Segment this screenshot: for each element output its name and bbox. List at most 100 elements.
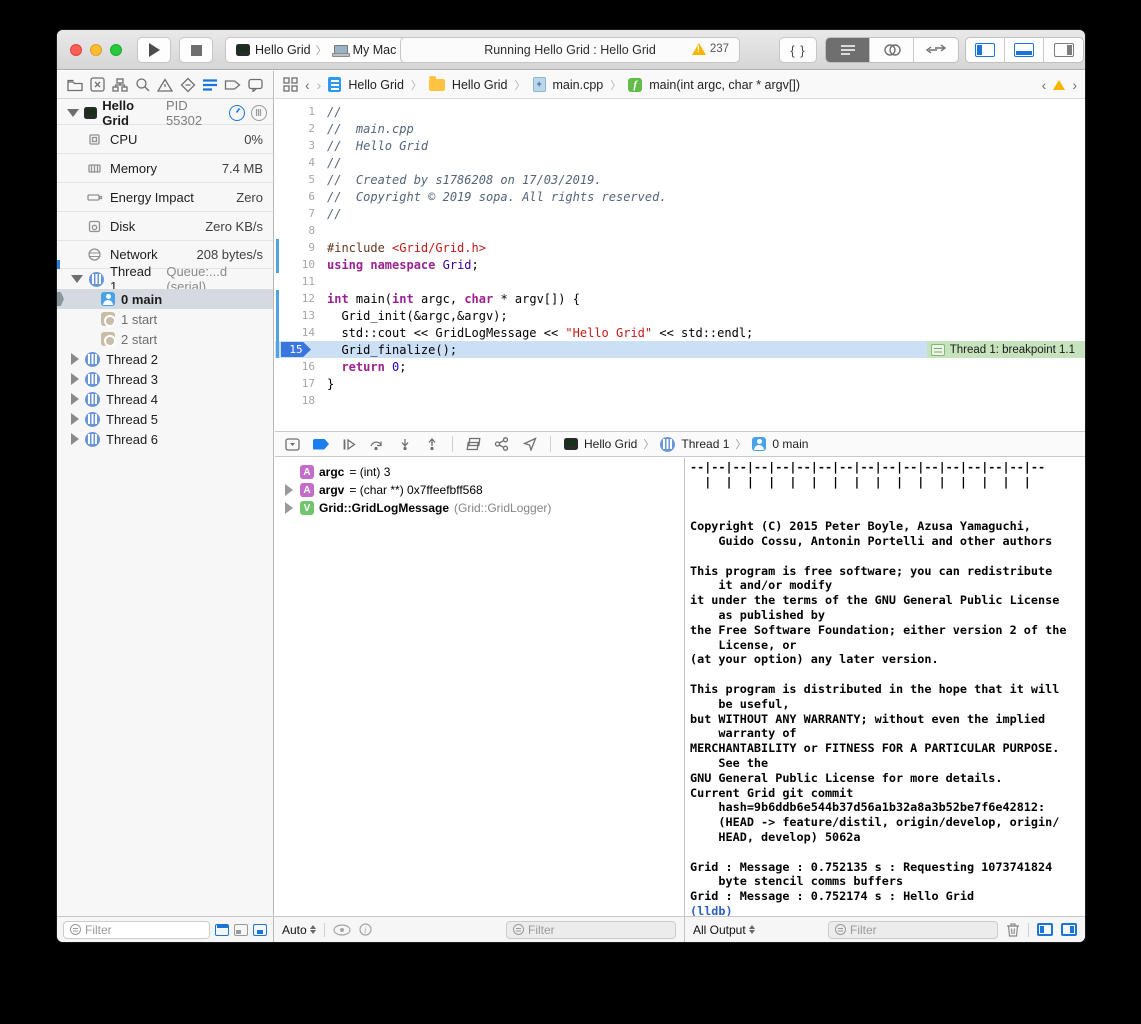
gauge-row-memory[interactable]: Memory7.4 MB	[57, 153, 273, 182]
step-out-button[interactable]	[425, 438, 439, 451]
breakpoint-annotation[interactable]: Thread 1: breakpoint 1.1	[927, 341, 1085, 358]
breakpoint-marker[interactable]: 15	[281, 342, 311, 357]
code-line-17[interactable]: 17}	[275, 375, 1085, 392]
line-number-gutter[interactable]: 17	[275, 377, 319, 390]
go-forward-button[interactable]: ›	[317, 77, 322, 93]
find-navigator-tab[interactable]	[134, 76, 151, 93]
source-control-navigator-tab[interactable]	[89, 76, 106, 93]
toggle-inspector-button[interactable]	[1044, 38, 1083, 62]
line-number-gutter[interactable]: 6	[275, 190, 319, 203]
variable-row[interactable]: Aargc= (int) 3	[275, 463, 684, 481]
code-line-1[interactable]: 1//	[275, 103, 1085, 120]
source-editor[interactable]: 1//2// main.cpp3// Hello Grid4//5// Crea…	[275, 100, 1085, 431]
code-line-16[interactable]: 16 return 0;	[275, 358, 1085, 375]
report-navigator-tab[interactable]	[247, 76, 264, 93]
scheme-selector[interactable]: Hello Grid 〉 My Mac	[225, 37, 407, 63]
disclosure-triangle[interactable]	[285, 484, 295, 496]
gauge-row-energy[interactable]: Energy ImpactZero	[57, 182, 273, 211]
show-stack-frames-toggle-icon[interactable]	[253, 924, 267, 936]
go-back-button[interactable]: ‹	[305, 77, 310, 93]
line-number-gutter[interactable]: 2	[275, 122, 319, 135]
code-line-3[interactable]: 3// Hello Grid	[275, 137, 1085, 154]
line-number-gutter[interactable]: 3	[275, 139, 319, 152]
line-number-gutter[interactable]: 7	[275, 207, 319, 220]
step-into-button[interactable]	[398, 438, 412, 451]
stop-button[interactable]	[179, 37, 213, 63]
show-crashed-toggle-icon[interactable]	[234, 924, 248, 936]
line-number-gutter[interactable]: 16	[275, 360, 319, 373]
step-over-button[interactable]	[369, 438, 385, 451]
code-line-13[interactable]: 13 Grid_init(&argc,&argv);	[275, 307, 1085, 324]
toggle-debug-area-button[interactable]	[1005, 38, 1044, 62]
hide-debug-area-button[interactable]	[285, 438, 300, 451]
assistant-editor-button[interactable]	[870, 38, 914, 62]
line-number-gutter[interactable]: 18	[275, 394, 319, 407]
warning-count-badge[interactable]: 237	[692, 43, 729, 55]
process-row[interactable]: Hello Grid PID 55302	[57, 100, 273, 124]
code-line-7[interactable]: 7//	[275, 205, 1085, 222]
console-filter-field[interactable]: Filter	[828, 921, 998, 939]
line-number-gutter[interactable]: 12	[275, 292, 319, 305]
related-items-icon[interactable]	[283, 77, 298, 92]
console-output-popup[interactable]: All Output	[693, 923, 755, 937]
debug-memory-graph-button[interactable]	[494, 437, 510, 451]
variables-view[interactable]: Aargc= (int) 3Aargv= (char **) 0x7ffeefb…	[275, 458, 685, 916]
line-number-gutter[interactable]: 15	[275, 342, 319, 357]
disclosure-triangle[interactable]	[285, 502, 295, 514]
toggle-variables-view-icon[interactable]	[1037, 923, 1053, 936]
code-line-12[interactable]: 12int main(int argc, char * argv[]) {	[275, 290, 1085, 307]
quicklook-eye-icon[interactable]	[333, 924, 351, 936]
disclosure-triangle[interactable]	[71, 413, 79, 425]
line-number-gutter[interactable]: 5	[275, 173, 319, 186]
code-line-2[interactable]: 2// main.cpp	[275, 120, 1085, 137]
continue-button[interactable]	[342, 438, 356, 451]
line-number-gutter[interactable]: 4	[275, 156, 319, 169]
issue-navigator-tab[interactable]	[157, 76, 174, 93]
debug-navigator-tab[interactable]	[202, 76, 219, 93]
breadcrumb-group[interactable]: Hello Grid	[452, 78, 508, 92]
line-number-gutter[interactable]: 8	[275, 224, 319, 237]
breadcrumb-symbol[interactable]: main(int argc, char * argv[])	[649, 78, 800, 92]
line-number-gutter[interactable]: 10	[275, 258, 319, 271]
variables-filter-field[interactable]: Filter	[506, 921, 676, 939]
previous-issue-button[interactable]: ‹	[1042, 77, 1047, 93]
thread-row[interactable]: Thread 1Queue:...d (serial)	[57, 269, 273, 289]
console-view[interactable]: --|--|--|--|--|--|--|--|--|--|--|--|--|-…	[686, 458, 1085, 916]
code-line-11[interactable]: 11	[275, 273, 1085, 290]
disclosure-triangle[interactable]	[71, 275, 83, 283]
zoom-window-button[interactable]	[110, 44, 122, 56]
close-window-button[interactable]	[70, 44, 82, 56]
line-number-gutter[interactable]: 11	[275, 275, 319, 288]
clear-console-trash-icon[interactable]	[1006, 922, 1020, 937]
code-line-18[interactable]: 18	[275, 392, 1085, 409]
code-line-15[interactable]: 15 Grid_finalize();Thread 1: breakpoint …	[275, 341, 1085, 358]
standard-editor-button[interactable]	[826, 38, 870, 62]
info-icon[interactable]: i	[359, 923, 372, 936]
variable-row[interactable]: Aargv= (char **) 0x7ffeefbff568	[275, 481, 684, 499]
toggle-navigator-button[interactable]	[966, 38, 1005, 62]
code-line-4[interactable]: 4//	[275, 154, 1085, 171]
simulate-location-button[interactable]	[523, 437, 537, 451]
line-number-gutter[interactable]: 13	[275, 309, 319, 322]
stack-frame-row[interactable]: 0 main	[57, 289, 273, 309]
line-number-gutter[interactable]: 9	[275, 241, 319, 254]
debug-crumb-thread[interactable]: Thread 1	[681, 437, 729, 451]
show-running-toggle-icon[interactable]	[215, 924, 229, 936]
toggle-console-view-icon[interactable]	[1061, 923, 1077, 936]
symbol-navigator-tab[interactable]	[111, 76, 128, 93]
breakpoint-navigator-tab[interactable]	[224, 76, 241, 93]
debug-crumb-process[interactable]: Hello Grid	[584, 437, 637, 451]
disclosure-triangle[interactable]	[71, 373, 79, 385]
code-line-5[interactable]: 5// Created by s1786208 on 17/03/2019.	[275, 171, 1085, 188]
disclosure-triangle[interactable]	[71, 433, 79, 445]
navigator-filter-field[interactable]: Filter	[63, 921, 210, 939]
next-issue-button[interactable]: ›	[1072, 77, 1077, 93]
variable-row[interactable]: VGrid::GridLogMessage(Grid::GridLogger)	[275, 499, 684, 517]
project-navigator-tab[interactable]	[66, 76, 83, 93]
thread-row[interactable]: Thread 5	[57, 409, 273, 429]
variables-scope-popup[interactable]: Auto	[282, 923, 316, 937]
stack-frame-row[interactable]: 2 start	[57, 329, 273, 349]
stack-frame-row[interactable]: 1 start	[57, 309, 273, 329]
gauge-edit-icon[interactable]	[229, 105, 245, 121]
breadcrumb-project[interactable]: Hello Grid	[348, 78, 404, 92]
